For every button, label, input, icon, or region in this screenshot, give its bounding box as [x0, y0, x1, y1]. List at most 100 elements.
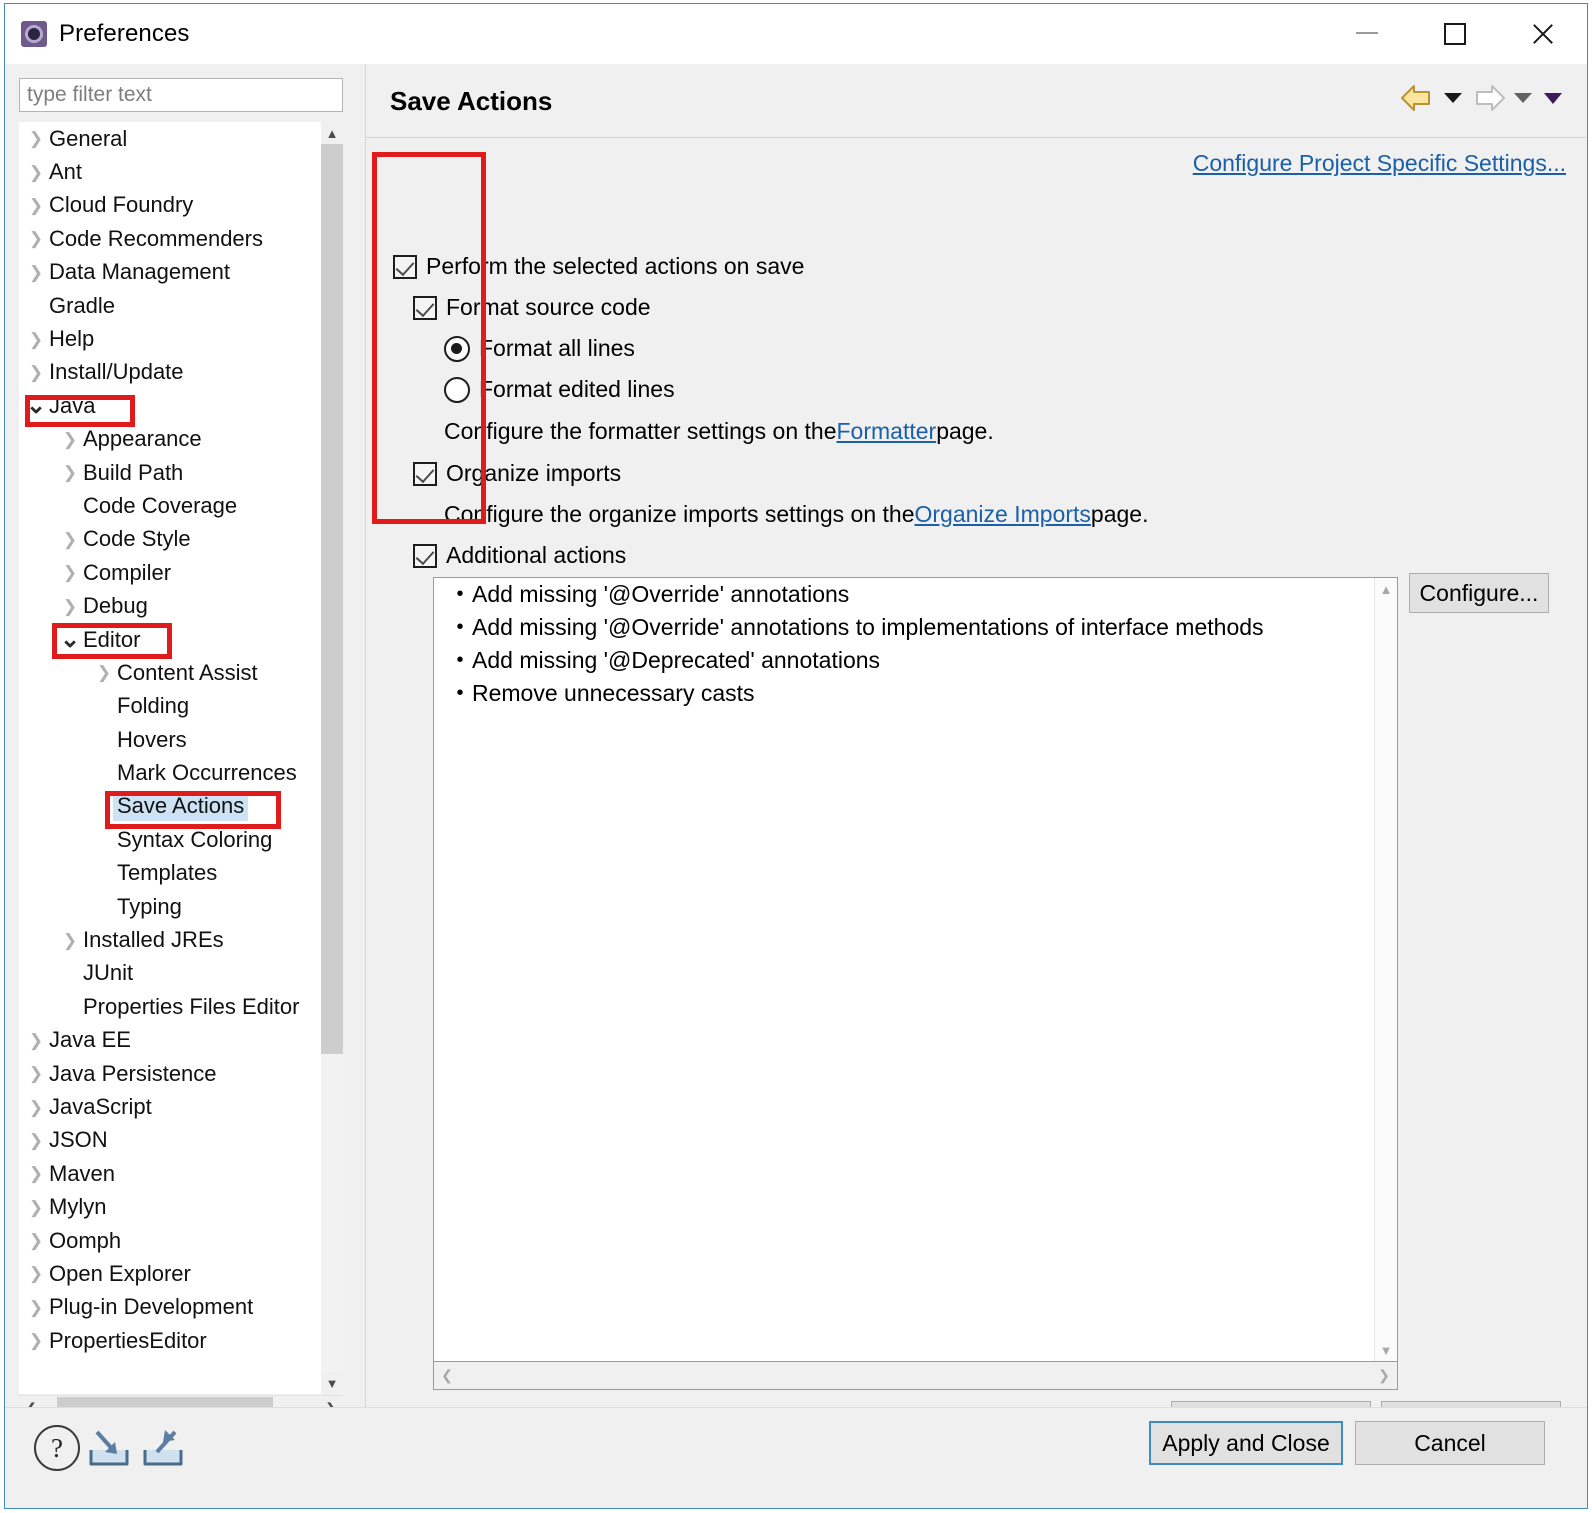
chevron-right-icon[interactable]: ❯ — [59, 932, 81, 949]
configure-project-specific-settings-link[interactable]: Configure Project Specific Settings... — [1193, 150, 1566, 177]
chevron-right-icon[interactable]: ❯ — [59, 464, 81, 481]
chevron-right-icon[interactable]: ❯ — [25, 1299, 47, 1316]
sidebar-item-editor[interactable]: ⌄Editor — [19, 623, 321, 656]
chevron-right-icon[interactable]: ❯ — [25, 1032, 47, 1049]
sidebar-item-java-persistence[interactable]: ❯Java Persistence — [19, 1057, 321, 1090]
formatter-link[interactable]: Formatter — [837, 418, 937, 445]
list-item[interactable]: •Add missing '@Override' annotations — [434, 578, 1375, 611]
perform-on-save-checkbox[interactable] — [393, 255, 417, 279]
sidebar-item-json[interactable]: ❯JSON — [19, 1124, 321, 1157]
sidebar-item-maven[interactable]: ❯Maven — [19, 1157, 321, 1190]
chevron-right-icon[interactable]: ❯ — [25, 197, 47, 214]
chevron-right-icon[interactable]: ❯ — [93, 664, 115, 681]
format-all-lines-radio[interactable] — [444, 336, 470, 362]
help-icon[interactable]: ? — [34, 1425, 80, 1471]
scroll-down-icon[interactable]: ▼ — [321, 1372, 343, 1394]
apply-and-close-button[interactable]: Apply and Close — [1149, 1421, 1343, 1465]
sidebar-item-properties-files-editor[interactable]: ❯Properties Files Editor — [19, 990, 321, 1023]
sidebar-item-gradle[interactable]: ❯Gradle — [19, 289, 321, 322]
list-vertical-scrollbar[interactable]: ▲ ▼ — [1374, 578, 1397, 1361]
chevron-right-icon[interactable]: ❯ — [25, 1099, 47, 1116]
minimize-button[interactable] — [1323, 4, 1411, 64]
sidebar-item-open-explorer[interactable]: ❯Open Explorer — [19, 1257, 321, 1290]
sidebar-item-javascript[interactable]: ❯JavaScript — [19, 1090, 321, 1123]
forward-arrow-icon[interactable] — [1468, 80, 1508, 116]
chevron-right-icon[interactable]: ❯ — [25, 230, 47, 247]
sidebar-item-ant[interactable]: ❯Ant — [19, 155, 321, 188]
sidebar-item-appearance[interactable]: ❯Appearance — [19, 423, 321, 456]
format-source-row[interactable]: Format source code — [413, 294, 651, 321]
import-icon[interactable] — [85, 1426, 133, 1468]
chevron-right-icon[interactable]: ❯ — [59, 598, 81, 615]
sidebar-item-data-management[interactable]: ❯Data Management — [19, 256, 321, 289]
format-source-checkbox[interactable] — [413, 296, 437, 320]
view-menu-icon[interactable] — [1538, 80, 1568, 116]
chevron-right-icon[interactable]: ❯ — [25, 164, 47, 181]
sidebar-item-cloud-foundry[interactable]: ❯Cloud Foundry — [19, 189, 321, 222]
organize-imports-link[interactable]: Organize Imports — [915, 501, 1091, 528]
list-scroll-down-icon[interactable]: ▼ — [1375, 1339, 1397, 1361]
chevron-right-icon[interactable]: ❯ — [59, 531, 81, 548]
perform-on-save-row[interactable]: Perform the selected actions on save — [393, 253, 804, 280]
sidebar-item-code-recommenders[interactable]: ❯Code Recommenders — [19, 222, 321, 255]
sidebar-item-help[interactable]: ❯Help — [19, 322, 321, 355]
chevron-down-icon[interactable]: ⌄ — [25, 401, 47, 411]
sidebar-item-mylyn[interactable]: ❯Mylyn — [19, 1191, 321, 1224]
organize-imports-checkbox[interactable] — [413, 462, 437, 486]
list-item[interactable]: •Add missing '@Deprecated' annotations — [434, 644, 1375, 677]
chevron-right-icon[interactable]: ❯ — [25, 130, 47, 147]
chevron-right-icon[interactable]: ❯ — [25, 1132, 47, 1149]
list-scroll-right-icon[interactable]: ❯ — [1371, 1362, 1397, 1388]
sidebar-item-installed-jres[interactable]: ❯Installed JREs — [19, 923, 321, 956]
filter-input[interactable] — [19, 78, 343, 112]
sidebar-item-save-actions[interactable]: ❯Save Actions — [19, 790, 321, 823]
sidebar-item-plug-in-development[interactable]: ❯Plug-in Development — [19, 1291, 321, 1324]
tree-vertical-scrollbar[interactable]: ▲ ▼ — [321, 122, 343, 1394]
sidebar-item-debug[interactable]: ❯Debug — [19, 589, 321, 622]
format-edited-lines-radio[interactable] — [444, 377, 470, 403]
format-edited-lines-row[interactable]: Format edited lines — [444, 376, 675, 403]
maximize-button[interactable] — [1411, 4, 1499, 64]
sidebar-item-content-assist[interactable]: ❯Content Assist — [19, 656, 321, 689]
list-scroll-up-icon[interactable]: ▲ — [1375, 578, 1397, 600]
close-button[interactable] — [1499, 4, 1587, 64]
sidebar-item-junit[interactable]: ❯JUnit — [19, 957, 321, 990]
sidebar-item-syntax-coloring[interactable]: ❯Syntax Coloring — [19, 823, 321, 856]
sidebar-item-typing[interactable]: ❯Typing — [19, 890, 321, 923]
chevron-right-icon[interactable]: ❯ — [25, 1232, 47, 1249]
sidebar-item-mark-occurrences[interactable]: ❯Mark Occurrences — [19, 756, 321, 789]
chevron-right-icon[interactable]: ❯ — [25, 1165, 47, 1182]
chevron-right-icon[interactable]: ❯ — [59, 431, 81, 448]
forward-dropdown-icon[interactable] — [1508, 80, 1538, 116]
sidebar-item-compiler[interactable]: ❯Compiler — [19, 556, 321, 589]
list-scroll-left-icon[interactable]: ❮ — [434, 1362, 460, 1388]
sidebar-item-templates[interactable]: ❯Templates — [19, 857, 321, 890]
additional-actions-listbox[interactable]: •Add missing '@Override' annotations •Add… — [433, 577, 1398, 1362]
organize-imports-row[interactable]: Organize imports — [413, 460, 621, 487]
tree-scroll-thumb[interactable] — [321, 144, 343, 1054]
chevron-right-icon[interactable]: ❯ — [25, 1065, 47, 1082]
chevron-right-icon[interactable]: ❯ — [25, 331, 47, 348]
configure-button[interactable]: Configure... — [1409, 573, 1549, 613]
additional-actions-row[interactable]: Additional actions — [413, 542, 626, 569]
additional-actions-checkbox[interactable] — [413, 544, 437, 568]
sidebar-item-java-ee[interactable]: ❯Java EE — [19, 1024, 321, 1057]
export-icon[interactable] — [139, 1426, 187, 1468]
sidebar-item-build-path[interactable]: ❯Build Path — [19, 456, 321, 489]
format-all-lines-row[interactable]: Format all lines — [444, 335, 635, 362]
back-arrow-icon[interactable] — [1398, 80, 1438, 116]
sidebar-item-code-coverage[interactable]: ❯Code Coverage — [19, 489, 321, 522]
chevron-right-icon[interactable]: ❯ — [25, 264, 47, 281]
sidebar-item-propertieseditor[interactable]: ❯PropertiesEditor — [19, 1324, 321, 1357]
chevron-right-icon[interactable]: ❯ — [25, 1265, 47, 1282]
cancel-button[interactable]: Cancel — [1355, 1421, 1545, 1465]
sidebar-item-code-style[interactable]: ❯Code Style — [19, 523, 321, 556]
chevron-right-icon[interactable]: ❯ — [25, 1199, 47, 1216]
list-horizontal-scrollbar[interactable]: ❮ ❯ — [433, 1362, 1398, 1390]
sidebar-item-install-update[interactable]: ❯Install/Update — [19, 356, 321, 389]
sidebar-item-oomph[interactable]: ❯Oomph — [19, 1224, 321, 1257]
sidebar-item-folding[interactable]: ❯Folding — [19, 690, 321, 723]
chevron-right-icon[interactable]: ❯ — [59, 564, 81, 581]
sidebar-item-hovers[interactable]: ❯Hovers — [19, 723, 321, 756]
chevron-right-icon[interactable]: ❯ — [25, 1332, 47, 1349]
